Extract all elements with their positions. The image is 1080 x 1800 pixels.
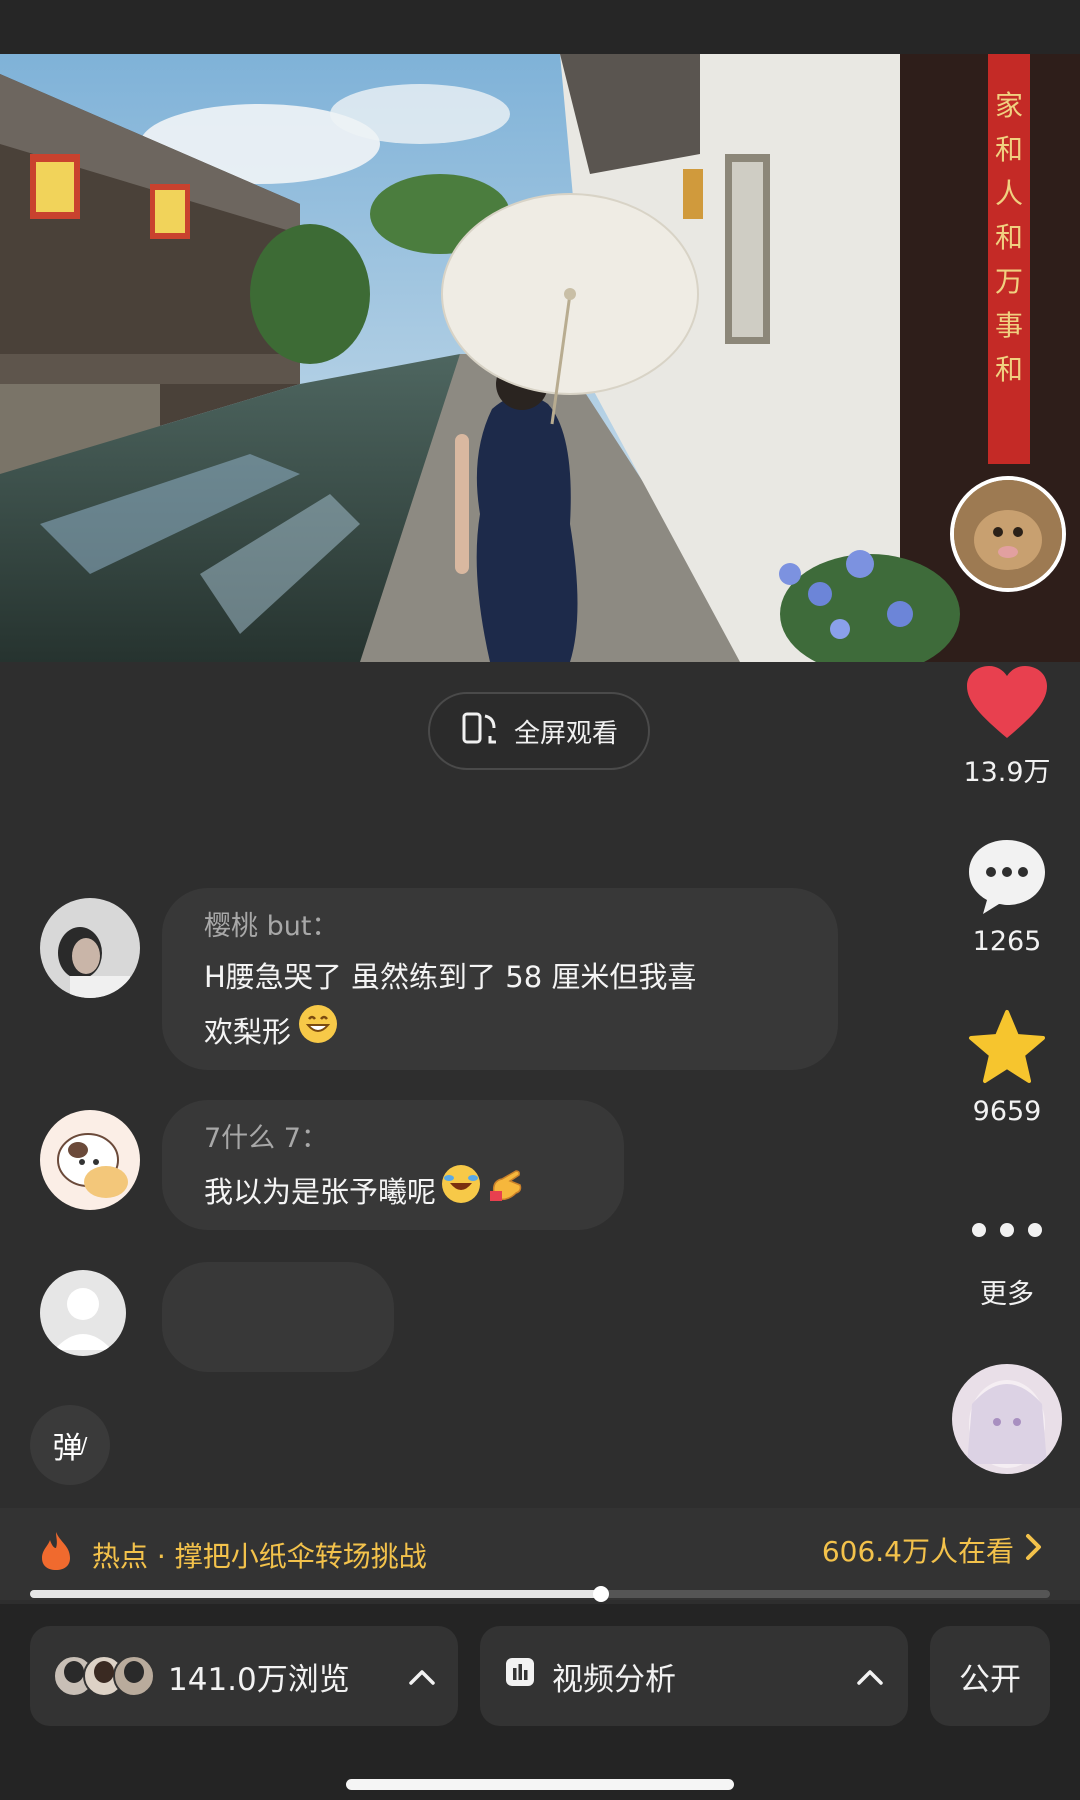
like-button[interactable]: 13.9万 bbox=[947, 664, 1067, 789]
flame-icon bbox=[38, 1530, 74, 1579]
hot-topic-label: 热点 · 撑把小纸伞转场挑战 bbox=[92, 1539, 427, 1573]
danmaku-comment[interactable]: 樱桃 but： H腰急哭了 虽然练到了 58 厘米但我喜 欢梨形 bbox=[162, 888, 838, 1070]
comment-bubble-icon bbox=[965, 836, 1049, 920]
video-frame-scene bbox=[0, 54, 1080, 662]
comment-count: 1265 bbox=[972, 926, 1042, 957]
couplet-text: 家和人和万事和 bbox=[994, 89, 1023, 386]
comment-text-line: H腰急哭了 虽然练到了 58 厘米但我喜 bbox=[204, 960, 697, 994]
more-label: 更多 bbox=[980, 1279, 1034, 1310]
commenter-avatar[interactable] bbox=[40, 898, 140, 998]
watching-count-link[interactable]: 606.4万人在看 bbox=[822, 1530, 1044, 1570]
video-analysis-label: 视频分析 bbox=[552, 1661, 676, 1698]
commenter-avatar[interactable] bbox=[40, 1110, 140, 1210]
star-icon bbox=[967, 1008, 1047, 1090]
fullscreen-button[interactable]: 全屏观看 bbox=[428, 692, 650, 770]
views-count: 141.0万浏览 bbox=[168, 1661, 350, 1698]
hot-topic-link[interactable]: 热点 · 撑把小纸伞转场挑战 bbox=[38, 1530, 427, 1579]
pointing-hand-icon bbox=[486, 1163, 528, 1221]
favorite-button[interactable]: 9659 bbox=[947, 1008, 1067, 1127]
home-indicator[interactable] bbox=[346, 1779, 734, 1790]
music-disc-avatar[interactable] bbox=[952, 1364, 1062, 1474]
comment-username: 7什么 7： bbox=[204, 1123, 328, 1154]
danmaku-comment-placeholder bbox=[162, 1262, 394, 1372]
fullscreen-label: 全屏观看 bbox=[513, 718, 618, 749]
views-button[interactable]: 141.0万浏览 bbox=[30, 1626, 458, 1726]
progress-fill bbox=[30, 1590, 602, 1598]
danmaku-comment[interactable]: 7什么 7： 我以为是张予曦呢 bbox=[162, 1100, 624, 1230]
danmaku-slash-icon: / bbox=[80, 1433, 88, 1457]
like-count: 13.9万 bbox=[963, 757, 1051, 788]
viewer-avatars bbox=[52, 1654, 156, 1698]
comment-username: 樱桃 but： bbox=[204, 911, 339, 942]
visibility-button[interactable]: 公开 bbox=[930, 1626, 1050, 1726]
comment-text-line: 欢梨形 bbox=[204, 1015, 292, 1049]
comment-button[interactable]: 1265 bbox=[947, 836, 1067, 957]
comment-text: H腰急哭了 虽然练到了 58 厘米但我喜 欢梨形 bbox=[204, 951, 794, 1061]
watching-count: 606.4万人在看 bbox=[821, 1535, 1014, 1568]
status-bar-area bbox=[0, 0, 1080, 54]
visibility-label: 公开 bbox=[959, 1661, 1021, 1698]
author-avatar[interactable] bbox=[950, 476, 1066, 592]
comment-text-line: 我以为是张予曦呢 bbox=[204, 1175, 437, 1209]
danmaku-label: 弹 bbox=[52, 1431, 83, 1466]
chevron-right-icon bbox=[1024, 1532, 1044, 1569]
chevron-up-icon bbox=[408, 1658, 436, 1694]
rolling-laughing-face-icon bbox=[440, 1163, 482, 1221]
more-button[interactable]: 更多 bbox=[947, 1210, 1067, 1311]
default-avatar-icon[interactable] bbox=[40, 1270, 126, 1356]
rotate-screen-icon bbox=[460, 708, 500, 755]
video-analysis-button[interactable]: 视频分析 bbox=[480, 1626, 908, 1726]
favorite-count: 9659 bbox=[972, 1096, 1042, 1127]
analytics-chart-icon bbox=[504, 1656, 536, 1696]
chevron-up-icon bbox=[856, 1658, 884, 1694]
more-dots-icon bbox=[969, 1210, 1045, 1254]
grinning-face-icon bbox=[297, 1003, 339, 1061]
video-player[interactable]: 家和人和万事和 bbox=[0, 54, 1080, 662]
heart-icon bbox=[965, 664, 1049, 744]
video-progress-bar[interactable] bbox=[30, 1586, 1050, 1602]
danmaku-toggle-button[interactable]: 弹 / bbox=[30, 1405, 110, 1485]
comment-text: 我以为是张予曦呢 bbox=[204, 1163, 580, 1221]
